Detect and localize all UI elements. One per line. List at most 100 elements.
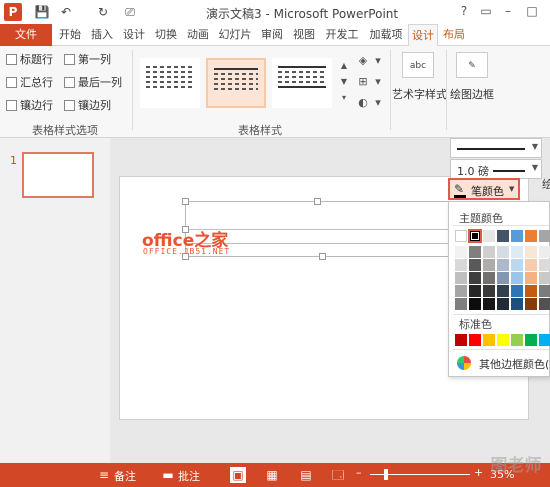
banded-rows-checkbox[interactable]: 镶边行 [6, 98, 53, 114]
standard-color-swatch[interactable] [511, 334, 523, 346]
theme-shade-swatch[interactable] [525, 298, 537, 310]
more-border-colors-item[interactable]: 其他边框颜色( [457, 354, 550, 372]
table-style-option-selected[interactable] [206, 58, 266, 108]
help-icon[interactable]: ? [456, 3, 472, 19]
reading-view-icon[interactable]: ▤ [298, 467, 314, 483]
tab-slideshow[interactable]: 幻灯片 [216, 24, 254, 46]
redo-icon[interactable]: ↻ [95, 4, 111, 20]
tab-review[interactable]: 审阅 [258, 24, 286, 46]
normal-view-icon[interactable]: ▣ [230, 467, 246, 483]
draw-borders-icon[interactable]: ✎ [456, 52, 488, 78]
standard-color-swatch[interactable] [483, 334, 495, 346]
standard-color-swatch[interactable] [539, 334, 550, 346]
wordart-styles-button[interactable]: 艺术字样式 [392, 86, 447, 102]
tab-animations[interactable]: 动画 [184, 24, 212, 46]
theme-shade-swatch[interactable] [497, 285, 509, 297]
maximize-icon[interactable]: □ [524, 3, 540, 19]
resize-handle[interactable] [314, 198, 321, 205]
theme-color-swatch[interactable] [525, 230, 537, 242]
theme-shade-swatch[interactable] [525, 246, 537, 258]
tab-design[interactable]: 设计 [120, 24, 148, 46]
powerpoint-icon[interactable]: P [4, 3, 22, 21]
theme-shade-swatch[interactable] [511, 298, 523, 310]
theme-shade-swatch[interactable] [539, 259, 550, 271]
theme-shade-swatch[interactable] [469, 246, 481, 258]
standard-color-swatch[interactable] [497, 334, 509, 346]
banded-columns-checkbox[interactable]: 镶边列 [64, 98, 111, 114]
theme-shade-swatch[interactable] [483, 285, 495, 297]
comments-button[interactable]: 批注 [178, 468, 200, 484]
table-style-option[interactable] [272, 58, 332, 108]
tab-developer[interactable]: 开发工 [322, 24, 362, 46]
tab-view[interactable]: 视图 [290, 24, 318, 46]
resize-handle[interactable] [319, 253, 326, 260]
tab-addins[interactable]: 加载项 [366, 24, 406, 46]
theme-color-swatch[interactable] [511, 230, 523, 242]
theme-shade-swatch[interactable] [525, 285, 537, 297]
theme-shade-swatch[interactable] [539, 272, 550, 284]
theme-shade-swatch[interactable] [511, 272, 523, 284]
pen-style-dropdown[interactable]: ▼ [450, 138, 542, 158]
theme-shade-swatch[interactable] [455, 246, 467, 258]
shading-icon[interactable]: ◈ [355, 54, 371, 68]
theme-shade-swatch[interactable] [497, 259, 509, 271]
standard-color-swatch[interactable] [455, 334, 467, 346]
theme-shade-swatch[interactable] [539, 285, 550, 297]
standard-color-swatch[interactable] [469, 334, 481, 346]
borders-icon[interactable]: ⊞ [355, 75, 371, 89]
ribbon-display-icon[interactable]: ▭ [478, 3, 494, 19]
theme-shade-swatch[interactable] [469, 298, 481, 310]
slide-sorter-icon[interactable]: ▦ [264, 467, 280, 483]
standard-color-swatch[interactable] [525, 334, 537, 346]
zoom-out-icon[interactable]: – [356, 466, 362, 479]
tab-table-design[interactable]: 设计 [408, 24, 438, 47]
last-column-checkbox[interactable]: 最后一列 [64, 75, 122, 91]
theme-shade-swatch[interactable] [455, 285, 467, 297]
gallery-up-icon[interactable]: ▲ [339, 58, 349, 74]
tab-file[interactable]: 文件 [0, 24, 52, 46]
theme-shade-swatch[interactable] [469, 259, 481, 271]
theme-shade-swatch[interactable] [483, 259, 495, 271]
theme-shade-swatch[interactable] [483, 246, 495, 258]
tab-table-layout[interactable]: 布局 [440, 24, 468, 46]
first-column-checkbox[interactable]: 第一列 [64, 52, 111, 68]
zoom-slider-thumb[interactable] [384, 469, 388, 480]
notes-button[interactable]: 备注 [114, 468, 136, 484]
theme-shade-swatch[interactable] [455, 298, 467, 310]
save-icon[interactable]: 💾 [34, 4, 50, 20]
theme-shade-swatch[interactable] [469, 285, 481, 297]
theme-shade-swatch[interactable] [539, 246, 550, 258]
effects-dropdown-icon[interactable]: ▾ [370, 96, 386, 110]
header-row-checkbox[interactable]: 标题行 [6, 52, 53, 68]
pen-color-button[interactable]: ✎ 笔颜色 ▼ [448, 178, 520, 200]
theme-color-swatch[interactable] [539, 230, 550, 242]
slideshow-icon[interactable]: ⎚ [122, 4, 138, 20]
theme-shade-swatch[interactable] [455, 259, 467, 271]
theme-shade-swatch[interactable] [455, 272, 467, 284]
effects-icon[interactable]: ◐ [355, 96, 371, 110]
table-style-option[interactable] [140, 58, 200, 108]
theme-color-swatch[interactable] [497, 230, 509, 242]
gallery-more-icon[interactable]: ▾ [339, 90, 349, 106]
theme-shade-swatch[interactable] [497, 272, 509, 284]
tab-insert[interactable]: 插入 [88, 24, 116, 46]
borders-dropdown-icon[interactable]: ▾ [370, 75, 386, 89]
theme-color-swatch[interactable] [483, 230, 495, 242]
theme-color-swatch[interactable] [455, 230, 467, 242]
theme-shade-swatch[interactable] [469, 272, 481, 284]
theme-shade-swatch[interactable] [483, 298, 495, 310]
theme-shade-swatch[interactable] [511, 259, 523, 271]
zoom-in-icon[interactable]: + [474, 466, 483, 479]
theme-color-swatch[interactable] [468, 229, 482, 243]
theme-shade-swatch[interactable] [525, 259, 537, 271]
theme-shade-swatch[interactable] [511, 246, 523, 258]
shading-dropdown-icon[interactable]: ▾ [370, 54, 386, 68]
draw-borders-button[interactable]: 绘图边框 [450, 86, 494, 102]
theme-shade-swatch[interactable] [511, 285, 523, 297]
theme-shade-swatch[interactable] [483, 272, 495, 284]
slideshow-view-icon[interactable]: 🗔 [330, 467, 346, 483]
resize-handle[interactable] [182, 198, 189, 205]
pen-weight-dropdown[interactable]: 1.0 磅 ▼ [450, 159, 542, 179]
gallery-down-icon[interactable]: ▼ [339, 74, 349, 90]
theme-shade-swatch[interactable] [525, 272, 537, 284]
